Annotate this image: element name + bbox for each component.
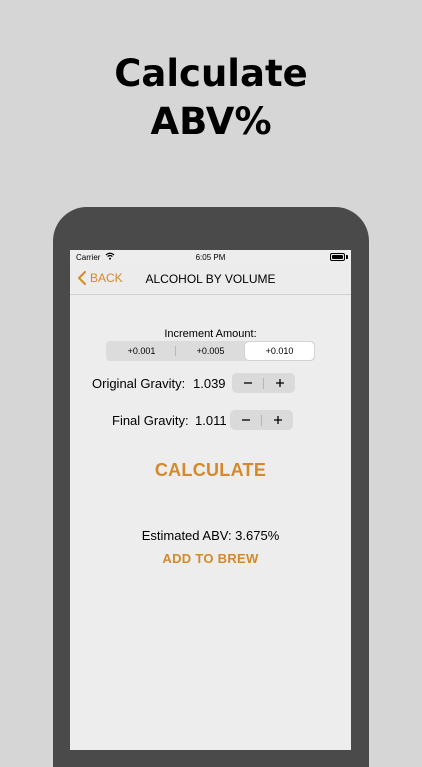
increment-option-0010[interactable]: +0.010 xyxy=(245,342,314,360)
increment-option-0005[interactable]: +0.005 xyxy=(176,342,245,360)
battery-tip xyxy=(346,255,348,259)
plus-icon xyxy=(273,416,282,424)
original-gravity-decrement-button[interactable] xyxy=(232,373,263,393)
final-gravity-value: 1.011 xyxy=(195,413,227,428)
battery-icon xyxy=(330,253,345,261)
original-gravity-stepper xyxy=(232,373,295,393)
original-gravity-label: Original Gravity: xyxy=(92,376,186,391)
status-bar: Carrier 6:05 PM xyxy=(70,250,351,264)
add-to-brew-button[interactable]: ADD TO BREW xyxy=(70,551,351,566)
minus-icon xyxy=(241,419,250,421)
final-gravity-stepper xyxy=(230,410,293,430)
increment-option-0001[interactable]: +0.001 xyxy=(107,342,176,360)
app-screen: Carrier 6:05 PM BACK ALCOHOL BY VOLUME I… xyxy=(70,250,351,750)
calculate-button[interactable]: CALCULATE xyxy=(70,460,351,481)
page-title: ALCOHOL BY VOLUME xyxy=(145,272,276,286)
increment-amount-label: Increment Amount: xyxy=(164,328,257,340)
final-gravity-increment-button[interactable] xyxy=(262,410,293,430)
increment-segmented-control: +0.001 +0.005 +0.010 xyxy=(106,341,315,361)
promo-headline-line1: Calculate xyxy=(114,52,308,95)
navigation-bar: BACK ALCOHOL BY VOLUME xyxy=(70,264,351,295)
status-time: 6:05 PM xyxy=(195,253,226,262)
original-gravity-increment-button[interactable] xyxy=(264,373,295,393)
minus-icon xyxy=(243,382,252,384)
plus-icon xyxy=(275,379,284,387)
promo-headline: Calculate ABV% xyxy=(0,50,422,146)
original-gravity-value: 1.039 xyxy=(193,376,226,391)
estimated-abv-result: Estimated ABV: 3.675% xyxy=(141,528,280,543)
promo-headline-line2: ABV% xyxy=(150,100,272,143)
final-gravity-decrement-button[interactable] xyxy=(230,410,261,430)
final-gravity-label: Final Gravity: xyxy=(112,413,189,428)
